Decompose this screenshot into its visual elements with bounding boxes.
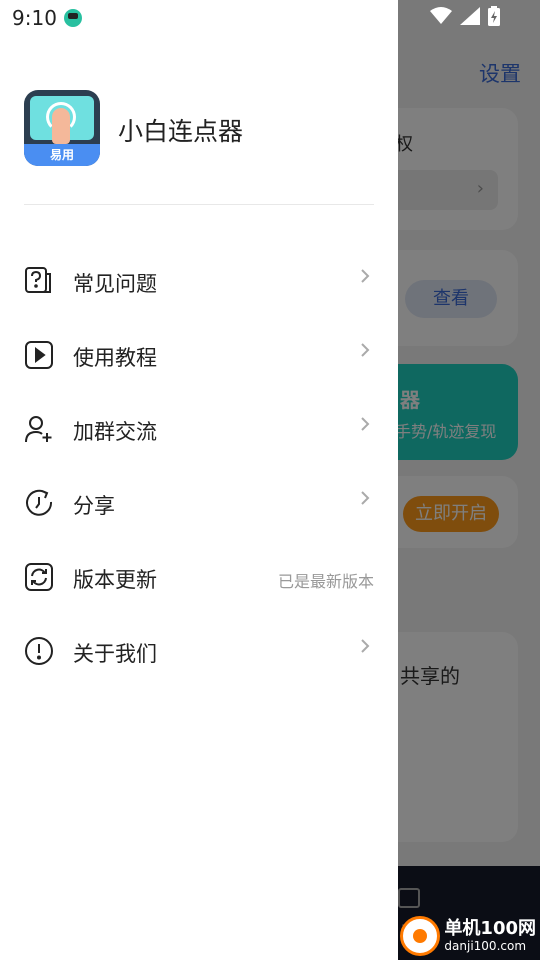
menu-item-label: 分享 (73, 494, 115, 518)
add-user-icon (25, 416, 52, 443)
menu-item-label: 关于我们 (73, 642, 157, 666)
menu-item-tutorial[interactable]: 使用教程 (0, 318, 398, 392)
cell-signal-icon (460, 7, 480, 25)
drawer-menu: 常见问题 使用教程 加群交流 分享 版本更新 已是最新版本 关于我们 (0, 244, 398, 688)
play-icon (25, 341, 53, 369)
chevron-right-icon (361, 639, 370, 653)
watermark-title: 单机100网 (444, 918, 536, 939)
refresh-icon (25, 563, 53, 591)
menu-item-label: 常见问题 (73, 272, 157, 296)
menu-item-faq[interactable]: 常见问题 (0, 244, 398, 318)
app-logo: 易用 (24, 90, 100, 166)
faq-icon (25, 267, 51, 293)
battery-icon (488, 6, 500, 26)
app-logo-band-text: 易用 (24, 144, 100, 166)
menu-item-label: 使用教程 (73, 346, 157, 370)
site-watermark: 单机100网 danji100.com (400, 916, 536, 956)
menu-item-label: 加群交流 (73, 420, 157, 444)
status-icons (430, 6, 500, 26)
wifi-icon (430, 7, 452, 25)
chevron-right-icon (361, 269, 370, 283)
menu-item-version-update[interactable]: 版本更新 已是最新版本 (0, 540, 398, 614)
share-icon (26, 489, 53, 516)
chevron-right-icon (361, 343, 370, 357)
watermark-logo-icon (400, 916, 441, 956)
menu-item-about-us[interactable]: 关于我们 (0, 614, 398, 688)
version-status-text: 已是最新版本 (277, 572, 374, 591)
info-icon (25, 637, 53, 665)
status-time: 9:10 (12, 6, 57, 30)
menu-item-label: 版本更新 (73, 568, 157, 592)
navigation-drawer: 易用 小白连点器 常见问题 使用教程 加群交流 分享 版本更新 已是最新版本 关… (0, 0, 398, 960)
notification-app-icon (64, 9, 82, 27)
status-bar: 9:10 (0, 0, 540, 36)
menu-item-join-group[interactable]: 加群交流 (0, 392, 398, 466)
app-name: 小白连点器 (118, 117, 244, 146)
header-divider (24, 204, 374, 205)
menu-item-share[interactable]: 分享 (0, 466, 398, 540)
watermark-url: danji100.com (444, 939, 527, 953)
chevron-right-icon (361, 491, 370, 505)
chevron-right-icon (361, 417, 370, 431)
